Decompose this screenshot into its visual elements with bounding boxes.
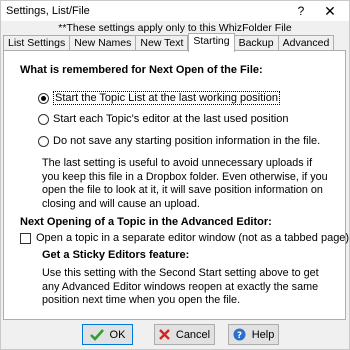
- tab-starting[interactable]: Starting: [188, 33, 235, 52]
- ok-label: OK: [109, 328, 126, 341]
- cancel-button[interactable]: Cancel: [154, 324, 215, 345]
- ok-button[interactable]: OK: [82, 324, 133, 345]
- close-button[interactable]: ✕: [320, 3, 340, 19]
- tab-backup[interactable]: Backup: [234, 35, 279, 51]
- separate-window-checkbox[interactable]: [20, 232, 31, 244]
- next-open-heading: What is remembered for Next Open of the …: [20, 64, 263, 76]
- file-settings-note: **These settings apply only to this Whiz…: [58, 22, 292, 34]
- radio-option-topic-list[interactable]: Start the Topic List at the last working…: [38, 91, 280, 105]
- tab-new-text[interactable]: New Text: [136, 35, 189, 51]
- radio-label: Do not save any starting position inform…: [53, 135, 321, 147]
- tab-advanced[interactable]: Advanced: [278, 35, 335, 51]
- separate-window-option[interactable]: Open a topic in a separate editor window…: [20, 232, 349, 244]
- cancel-label: Cancel: [175, 328, 211, 341]
- radio-option-topic-editor[interactable]: Start each Topic's editor at the last us…: [38, 113, 288, 125]
- tab-strip: List Settings New Names New Text Startin…: [3, 33, 335, 52]
- settings-dialog: Settings, List/File ? ✕ **These settings…: [0, 0, 350, 350]
- radio-label: Start each Topic's editor at the last us…: [53, 113, 289, 125]
- cross-icon: [159, 329, 170, 340]
- tab-list-settings[interactable]: List Settings: [3, 35, 71, 51]
- radio-option-no-save[interactable]: Do not save any starting position inform…: [38, 135, 320, 147]
- sticky-editors-explanation: Use this setting with the Second Start s…: [42, 267, 319, 306]
- title-help-button[interactable]: ?: [291, 3, 311, 19]
- radio-button[interactable]: [38, 135, 49, 147]
- radio-button[interactable]: [38, 92, 49, 104]
- checkmark-icon: [89, 328, 104, 341]
- sticky-editors-heading: Get a Sticky Editors feature:: [42, 249, 190, 261]
- help-label: Help: [251, 328, 275, 341]
- radio-label: Start the Topic List at the last working…: [53, 91, 280, 105]
- starting-tab-panel: What is remembered for Next Open of the …: [3, 50, 349, 320]
- radio-button[interactable]: [38, 113, 49, 125]
- title-bar: Settings, List/File ? ✕: [1, 1, 349, 21]
- help-button[interactable]: ? Help: [228, 324, 279, 345]
- tab-new-names[interactable]: New Names: [70, 35, 137, 51]
- svg-text:?: ?: [237, 331, 242, 341]
- checkbox-label: Open a topic in a separate editor window…: [36, 232, 350, 244]
- question-icon: ?: [233, 328, 246, 341]
- advanced-editor-heading: Next Opening of a Topic in the Advanced …: [20, 216, 272, 228]
- window-title: Settings, List/File: [6, 5, 90, 17]
- dropbox-explanation: The last setting is useful to avoid unne…: [42, 157, 328, 210]
